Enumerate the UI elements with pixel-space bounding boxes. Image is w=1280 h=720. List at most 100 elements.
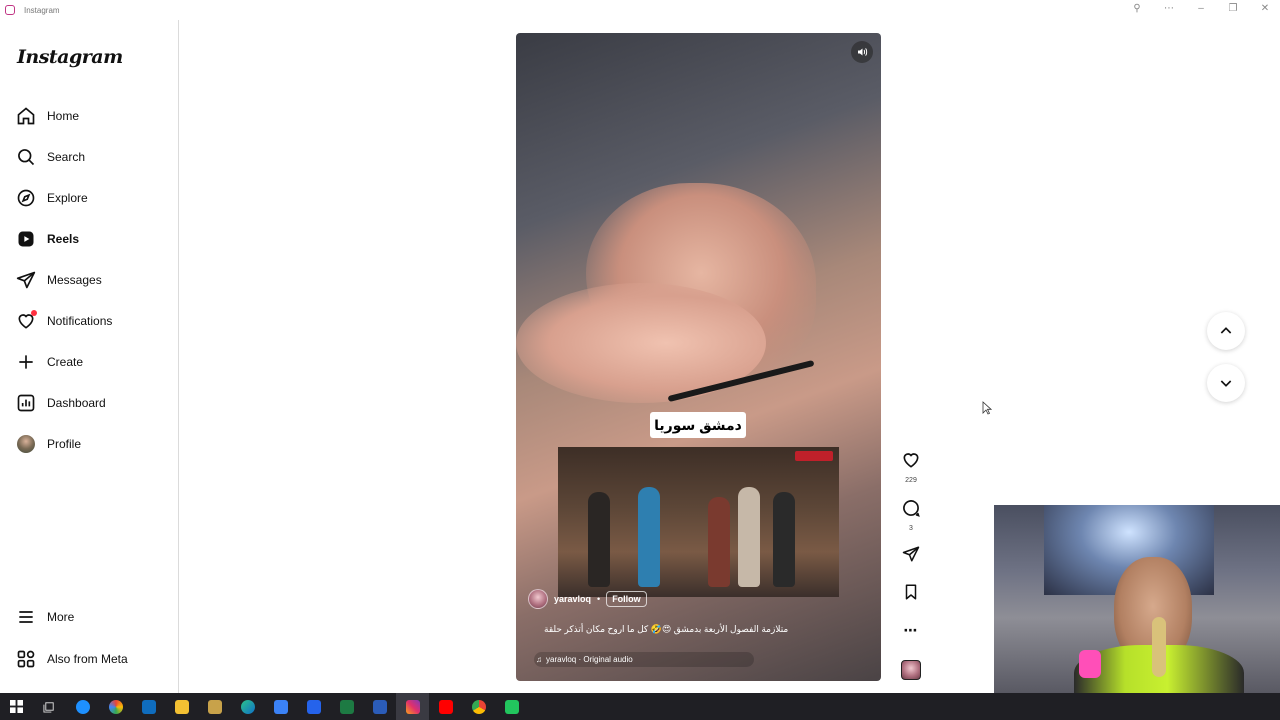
next-reel-button[interactable] [1207, 364, 1245, 402]
sidebar-item-label: Home [47, 109, 80, 123]
comment-action[interactable]: 3 [896, 498, 926, 532]
share-action[interactable] [896, 545, 926, 568]
sidebar-item-dashboard[interactable]: Dashboard [16, 388, 166, 418]
home-icon [16, 106, 36, 126]
taskbar-instagram[interactable] [396, 693, 429, 720]
store-icon [273, 699, 288, 714]
more-action[interactable]: ⋯ [896, 622, 926, 639]
mouse-cursor-icon [982, 401, 992, 415]
bookmark-icon[interactable] [902, 583, 920, 606]
instagram-app-icon [5, 5, 15, 15]
sidebar-item-explore[interactable]: Explore [16, 183, 166, 213]
audio-avatar-icon[interactable] [901, 660, 921, 680]
taskbar-youtube[interactable] [429, 693, 462, 720]
reel-audio[interactable]: ♫ yaravloq · Original audio [534, 652, 754, 667]
task-view-icon [43, 702, 54, 713]
sidebar-item-label: Also from Meta [47, 652, 128, 666]
chevron-down-icon [1220, 380, 1232, 387]
sidebar-item-reels[interactable]: Reels [16, 224, 166, 254]
close-button[interactable]: ✕ [1258, 3, 1272, 14]
minimize-button[interactable]: – [1194, 3, 1208, 14]
sidebar-item-notifications[interactable]: Notifications [16, 306, 166, 336]
search-icon [16, 147, 36, 167]
restore-button[interactable]: ❐ [1226, 3, 1240, 14]
zoom-icon[interactable]: ⚲ [1130, 3, 1144, 14]
instagram-icon [405, 699, 420, 714]
sidebar-item-label: Messages [47, 273, 102, 287]
follow-button[interactable]: Follow [606, 591, 647, 607]
taskbar-excel[interactable] [330, 693, 363, 720]
comment-icon[interactable] [901, 498, 921, 523]
sidebar-item-label: Search [47, 150, 86, 164]
reel-video[interactable]: دمشق سوريا yaravloq • Follow متلازمة الف… [516, 33, 881, 681]
webcam-overlay [994, 505, 1280, 693]
taskbar-media[interactable] [198, 693, 231, 720]
mail-app-icon [306, 699, 321, 714]
like-action[interactable]: 229 [896, 450, 926, 484]
taskbar-store[interactable] [264, 693, 297, 720]
taskbar-edge[interactable] [231, 693, 264, 720]
sidebar-item-profile[interactable]: Profile [16, 429, 166, 459]
window-title: Instagram [24, 5, 60, 15]
previous-reel-button[interactable] [1207, 312, 1245, 350]
sidebar-item-more[interactable]: More [16, 602, 166, 632]
plus-icon [16, 352, 36, 372]
audio-thumbnail-action[interactable] [896, 660, 926, 680]
instagram-logo[interactable]: Instagram [17, 46, 123, 68]
green-app-icon [504, 699, 519, 714]
colorful-app-icon [108, 699, 123, 714]
save-action[interactable] [896, 583, 926, 606]
profile-avatar-icon [16, 434, 36, 454]
sidebar-item-messages[interactable]: Messages [16, 265, 166, 295]
messages-icon [16, 270, 36, 290]
author-avatar[interactable] [528, 589, 548, 609]
task-view-button[interactable] [33, 693, 66, 720]
notification-badge [31, 310, 37, 316]
edge-icon [240, 699, 255, 714]
taskbar-explorer[interactable] [165, 693, 198, 720]
sidebar-item-label: Create [47, 355, 84, 369]
sidebar-item-label: More [47, 610, 75, 624]
start-button[interactable] [0, 693, 33, 720]
windows-taskbar [0, 693, 1280, 720]
ellipsis-icon[interactable]: ⋯ [904, 622, 919, 639]
share-icon[interactable] [902, 545, 920, 568]
meta-apps-icon [16, 649, 36, 669]
menu-icon [16, 607, 36, 627]
audio-label: yaravloq · Original audio [546, 655, 633, 664]
taskbar-ie[interactable] [66, 693, 99, 720]
chrome-icon [471, 699, 486, 714]
internet-explorer-icon [75, 699, 90, 714]
reel-caption[interactable]: متلازمة الفصول الأربعة بدمشق 😍🤣 كل ما ار… [544, 624, 834, 635]
reels-icon [16, 229, 36, 249]
webcam-pink-object [1079, 650, 1101, 678]
sidebar-item-home[interactable]: Home [16, 101, 166, 131]
taskbar-app-16[interactable] [495, 693, 528, 720]
microphone-icon [1152, 617, 1166, 677]
heart-icon[interactable] [901, 450, 921, 475]
channel-logo [795, 451, 833, 461]
like-count: 229 [905, 477, 917, 484]
sidebar-item-label: Notifications [47, 314, 113, 328]
taskbar-chrome[interactable] [462, 693, 495, 720]
sidebar-item-create[interactable]: Create [16, 347, 166, 377]
sound-toggle-button[interactable] [851, 41, 873, 63]
reel-overlay-text: دمشق سوريا [650, 412, 746, 438]
sidebar-item-search[interactable]: Search [16, 142, 166, 172]
taskbar-app-10[interactable] [297, 693, 330, 720]
more-options-icon[interactable]: ⋯ [1162, 3, 1176, 14]
embedded-video-clip [558, 447, 839, 597]
sidebar-nav: Instagram Home Search Explore Reels Mess… [0, 20, 179, 693]
author-username[interactable]: yaravloq [554, 594, 591, 604]
taskbar-word[interactable] [363, 693, 396, 720]
youtube-icon [438, 699, 453, 714]
heart-icon [16, 310, 37, 331]
windows-logo-icon [10, 700, 23, 713]
taskbar-app-2[interactable] [99, 693, 132, 720]
sidebar-item-label: Explore [47, 191, 88, 205]
window-controls: ⚲ ⋯ – ❐ ✕ [1130, 3, 1272, 14]
reel-author-row: yaravloq • Follow [528, 589, 647, 609]
taskbar-outlook[interactable] [132, 693, 165, 720]
sidebar-item-also-from-meta[interactable]: Also from Meta [16, 644, 166, 674]
media-player-icon [207, 699, 222, 714]
